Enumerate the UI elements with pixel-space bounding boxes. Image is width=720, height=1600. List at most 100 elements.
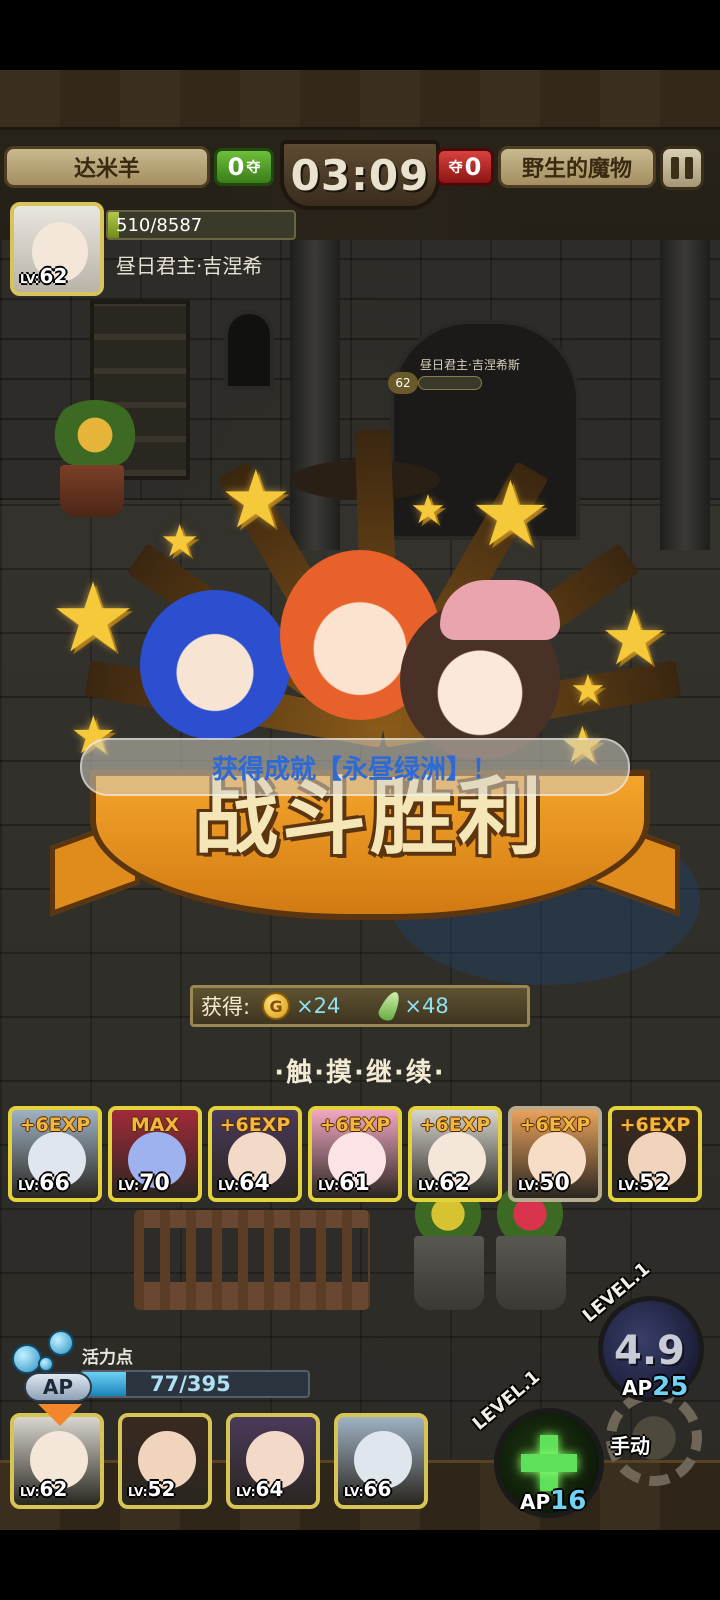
hero-slot-level: LV:62 xyxy=(20,1477,67,1501)
pause-icon-bar-right xyxy=(685,157,693,179)
hero-level-prefix: LV: xyxy=(20,272,40,286)
wooden-fence xyxy=(134,1210,370,1310)
party-member-level-value: 64 xyxy=(239,1171,270,1196)
touch-to-continue[interactable]: ·触·摸·继·续· xyxy=(210,1052,510,1089)
star-icon: ★ xyxy=(50,562,137,674)
ap-value: 77/395 xyxy=(150,1372,231,1396)
party-member-level-prefix: LV: xyxy=(18,1179,40,1194)
yellow-flowers xyxy=(50,400,140,470)
star-icon: ★ xyxy=(410,487,446,533)
hero-slot-level-value: 64 xyxy=(255,1477,284,1501)
flower-pot-gray-left xyxy=(414,1236,484,1310)
party-member-level-prefix: LV: xyxy=(118,1179,140,1194)
gold-reward-amount: ×24 xyxy=(296,994,341,1018)
hero-level: LV:62 xyxy=(20,264,67,288)
enemy-score: 夺0 xyxy=(436,148,494,186)
feather-reward-amount: ×48 xyxy=(404,994,449,1018)
party-member-level-prefix: LV: xyxy=(218,1179,240,1194)
hero-slot-level: LV:64 xyxy=(236,1477,283,1501)
party-member-level-value: 62 xyxy=(439,1171,470,1196)
navigation-bar-area xyxy=(0,1530,720,1600)
party-member-level: LV:62 xyxy=(418,1171,470,1196)
hero-slot-level-prefix: LV: xyxy=(128,1485,148,1499)
match-timer: 03:09 xyxy=(280,140,440,210)
hero-hp-text: 510/8587 xyxy=(116,215,203,236)
party-member-level-prefix: LV: xyxy=(618,1179,640,1194)
enemy-unit-name: 昼日君主·吉涅希斯 xyxy=(420,358,520,372)
selected-hero-arrow-icon xyxy=(38,1404,82,1426)
enemy-unit-hp-bar xyxy=(418,376,482,390)
exp-gain-badge: +6EXP xyxy=(19,1114,91,1136)
match-hud: 达米羊 0夺 03:09 夺0 野生的魔物 xyxy=(0,140,720,210)
heal-skill-ap-label: AP xyxy=(520,1490,551,1514)
hero-slot-level: LV:66 xyxy=(344,1477,391,1501)
enemy-unit-level: 62 xyxy=(388,372,418,394)
party-member-level: LV:61 xyxy=(318,1171,370,1196)
heal-skill-ap-cost: AP16 xyxy=(520,1486,586,1516)
plus-icon xyxy=(521,1435,577,1491)
party-member-level-value: 70 xyxy=(139,1171,170,1196)
party-member-card: +6EXP LV:66 xyxy=(8,1106,102,1202)
party-member-level-value: 66 xyxy=(39,1171,70,1196)
bubble-icon xyxy=(48,1330,74,1356)
enemy-score-unit: 夺 xyxy=(448,160,463,176)
player-name-plate: 达米羊 xyxy=(4,146,210,188)
dark-skill-ap-cost: AP25 xyxy=(622,1372,688,1402)
feather-icon xyxy=(376,989,404,1023)
party-member-level-prefix: LV: xyxy=(318,1179,340,1194)
hero-slot[interactable]: LV:52 xyxy=(118,1413,212,1509)
party-member-level: LV:50 xyxy=(518,1171,570,1196)
party-member-level: LV:52 xyxy=(618,1171,670,1196)
star-icon: ★ xyxy=(160,516,200,567)
pause-button[interactable] xyxy=(660,146,704,190)
active-hero-portrait[interactable]: LV:62 xyxy=(10,202,104,296)
reward-label: 获得: xyxy=(201,995,251,1019)
party-member-card: +6EXP LV:52 xyxy=(608,1106,702,1202)
hero-slot-level-prefix: LV: xyxy=(20,1485,40,1499)
party-exp-row: +6EXP LV:66 MAX LV:70 +6EXP LV:64 +6EXP LV:61 +6… xyxy=(8,1106,712,1202)
exp-gain-badge: +6EXP xyxy=(219,1114,291,1136)
party-member-level-prefix: LV: xyxy=(418,1179,440,1194)
party-member-card: +6EXP LV:50 xyxy=(508,1106,602,1202)
party-member-level-value: 61 xyxy=(339,1171,370,1196)
exp-gain-badge: +6EXP xyxy=(619,1114,691,1136)
hero-slot[interactable]: LV:62 xyxy=(10,1413,104,1509)
exp-gain-badge: MAX xyxy=(130,1114,180,1136)
party-member-card: +6EXP LV:64 xyxy=(208,1106,302,1202)
enemy-name-plate: 野生的魔物 xyxy=(498,146,656,188)
hero-slot-level-value: 66 xyxy=(363,1477,392,1501)
party-member-level: LV:70 xyxy=(118,1171,170,1196)
star-icon: ★ xyxy=(470,462,551,567)
exp-gain-badge: +6EXP xyxy=(419,1114,491,1136)
achievement-banner: 获得成就【永昼绿洲】！ xyxy=(80,738,630,796)
hero-slot-level-value: 62 xyxy=(39,1477,68,1501)
hero-slot-level-value: 52 xyxy=(147,1477,176,1501)
hero-slot-level-prefix: LV: xyxy=(236,1485,256,1499)
exp-gain-badge: +6EXP xyxy=(519,1114,591,1136)
heal-skill-ap-value: 16 xyxy=(550,1486,587,1516)
pink-beret xyxy=(440,580,560,640)
hero-hp-bar: 510/8587 xyxy=(106,210,296,240)
party-member-level: LV:64 xyxy=(218,1171,270,1196)
hero-slot-level-prefix: LV: xyxy=(344,1485,364,1499)
exp-gain-badge: +6EXP xyxy=(319,1114,391,1136)
arched-window xyxy=(224,310,274,390)
dark-skill-ap-label: AP xyxy=(622,1376,653,1400)
hero-slot[interactable]: LV:66 xyxy=(334,1413,428,1509)
party-member-card: +6EXP LV:62 xyxy=(408,1106,502,1202)
vitality-label: 活力点 xyxy=(82,1348,133,1368)
bubble-icon xyxy=(12,1344,42,1374)
player-score-unit: 夺 xyxy=(246,160,261,176)
gold-coin-icon: G xyxy=(262,992,291,1020)
hero-slot-level: LV:52 xyxy=(128,1477,175,1501)
star-icon: ★ xyxy=(600,593,669,682)
manual-mode-button[interactable]: 手动 xyxy=(610,1430,650,1459)
star-icon: ★ xyxy=(570,667,606,713)
status-bar-area xyxy=(0,0,720,70)
party-member-level-value: 50 xyxy=(539,1171,570,1196)
victory-emblem: ★ ★ ★ ★ ★ ★ ★ ★ ★ 战斗胜利 xyxy=(50,429,682,990)
party-member-card: +6EXP LV:61 xyxy=(308,1106,402,1202)
hero-slot[interactable]: LV:64 xyxy=(226,1413,320,1509)
player-score: 0夺 xyxy=(214,148,274,186)
flower-pot-gray-right xyxy=(496,1236,566,1310)
